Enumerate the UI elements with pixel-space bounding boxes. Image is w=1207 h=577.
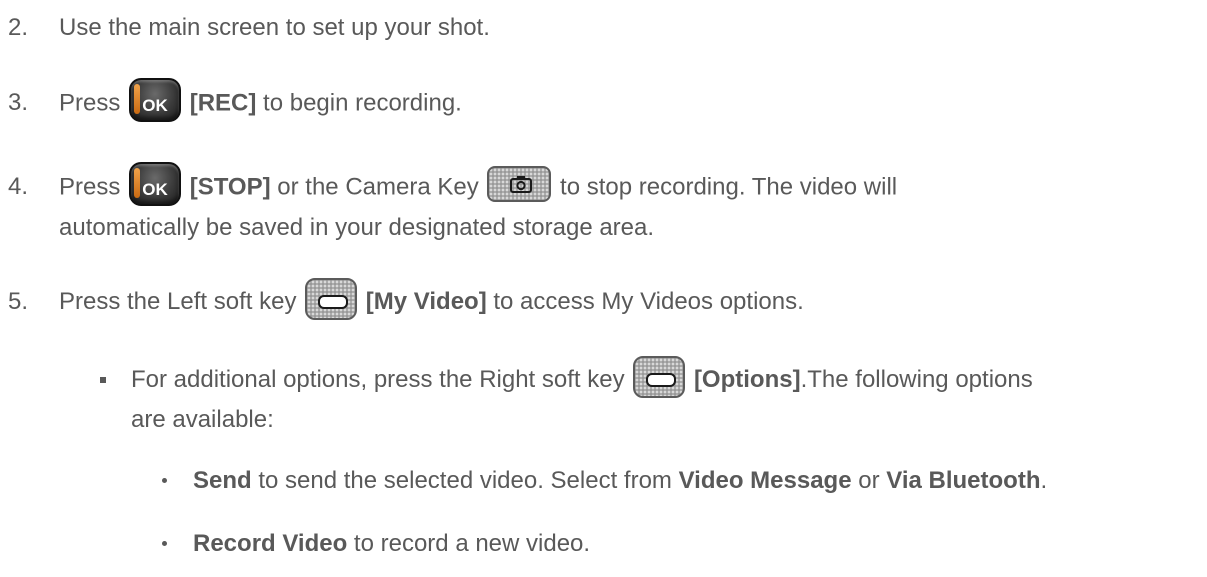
key-label: [REC] [189,89,257,117]
step-body: Press OK [REC] to begin recording. [59,78,462,122]
option-choice: Video Message [678,467,852,494]
ok-key-icon: OK [129,78,182,122]
option-text: to send the selected video. Select from [251,467,679,494]
key-label: [Options] [693,366,801,393]
camera-key-icon [487,166,552,202]
option-choice: Via Bluetooth [886,467,1041,494]
step-number: 4. [8,173,29,200]
option-text: or [851,467,887,494]
step-text: Press the Left soft key [59,288,297,315]
step-number: 3. [8,89,29,116]
step-text: Press [59,173,121,201]
sub-text: For additional options, press the Right … [131,366,625,393]
step-number: 5. [8,288,29,315]
option-name: Record Video [193,530,348,557]
step-text: Use the main screen to set up your shot. [59,14,490,41]
step-text: automatically be saved in your designate… [59,214,655,241]
key-label: [STOP] [189,173,271,201]
ok-key-icon: OK [129,162,182,206]
option-body: Record Video to record a new video. [193,527,590,561]
step-text: to access My Videos options. [493,288,804,315]
dot-bullet-icon [162,541,167,546]
step-text: or the Camera Key [277,173,479,201]
sub-body: For additional options, press the Right … [131,355,1033,398]
option-text: . [1040,467,1048,494]
soft-key-icon [633,355,686,398]
sub-text: .The following options [800,366,1033,393]
step-text: Press [59,89,121,117]
key-label: [My Video] [365,288,487,315]
square-bullet-icon [100,377,106,383]
step-text: to begin recording. [263,89,462,117]
sub-text: are available: [131,406,274,433]
step-text: to stop recording. The video will [560,173,898,201]
step-body: Press OK [STOP] or the Camera Key to sto… [59,162,898,206]
step-number: 2. [8,14,29,41]
step-body: Press the Left soft key [My Video] to ac… [59,277,804,320]
dot-bullet-icon [162,478,167,483]
soft-key-icon [305,277,358,320]
option-text: to record a new video. [347,530,591,557]
option-name: Send [193,467,252,494]
option-body: Send to send the selected video. Select … [193,464,1047,498]
